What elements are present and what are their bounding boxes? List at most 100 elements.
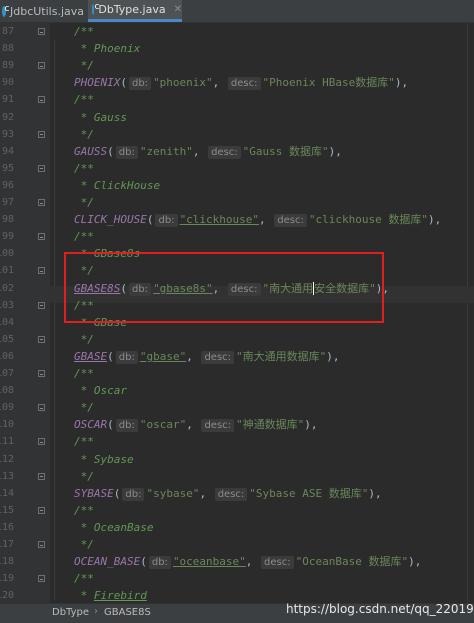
param-hint: db: [148,556,171,570]
fold-icon[interactable] [38,541,45,548]
fold-icon[interactable] [38,472,45,480]
line-number: 110 [0,419,14,431]
comment: */ [74,196,94,209]
param-hint: desc: [201,350,235,364]
line-number: 98 [1,214,14,226]
fold-icon[interactable] [38,130,45,138]
param-hint: desc: [261,556,294,570]
comment: */ [74,401,94,415]
comment: * Gauss [74,110,127,124]
param-hint: db: [155,214,178,228]
java-class-icon [92,2,101,15]
fold-icon[interactable] [38,370,45,377]
fold-icon[interactable] [38,301,45,309]
line-number: 96 [1,179,14,191]
line-number: 102 [0,282,14,294]
breadcrumb-item-dbtype[interactable]: DbType [52,607,89,618]
fold-icon[interactable] [38,404,45,412]
comment: * Phoenix [74,42,141,56]
line-number: 93 [1,128,14,140]
breadcrumb-item-gbase8s[interactable]: GBASE8S [104,607,151,618]
line-number: 88 [1,43,14,55]
line-number: 97 [1,197,14,208]
fold-icon[interactable] [38,96,45,104]
line-number: 90 [1,77,14,89]
line-number: 89 [1,60,14,72]
comment: * Oscar [74,384,127,398]
comment: /** [74,230,94,244]
param-hint: desc: [274,214,307,228]
comment: /** [74,367,94,380]
enum-entry: GBASE(db: "gbase", desc: "南大通用数据库"), [74,349,340,364]
line-number: 106 [0,350,14,362]
enum-entry: SYBASE(db: "sybase", desc: "Sybase ASE 数据库… [74,486,382,501]
editor-tab-bar: JdbcUtils.java DbType.java ✕ [0,0,474,23]
line-number: 116 [0,521,14,533]
param-hint: desc: [227,77,261,91]
param-hint: desc: [208,145,241,159]
close-icon[interactable]: ✕ [174,4,182,15]
fold-icon[interactable] [38,267,45,275]
enum-entry: CLICK_HOUSE(db: "clickhouse", desc: "click… [74,213,442,228]
param-hint: db: [115,419,138,433]
enum-entry: PHOENIX(db: "phoenix", desc: "Phoenix HBas… [74,76,409,91]
fold-icon[interactable] [38,575,45,583]
comment: */ [74,469,94,483]
line-number: 91 [1,94,14,106]
line-number: 113 [0,470,14,482]
line-number: 100 [0,248,14,260]
tab-jdbcutils[interactable]: JdbcUtils.java [0,0,84,22]
line-number: 115 [0,504,14,516]
param-hint: db: [115,350,138,364]
line-number: 108 [0,385,14,397]
fold-icon[interactable] [38,62,45,70]
comment: * ClickHouse [74,178,161,192]
line-number: 118 [0,556,14,568]
param-hint: db: [122,487,145,501]
line-number: 95 [1,162,14,174]
param-hint: desc: [214,487,248,501]
enum-entry: OCEAN_BASE(db: "oceanbase", desc: "OceanBa… [74,555,422,570]
line-number: 92 [1,111,14,123]
java-class-icon [2,4,9,17]
tab-label: JdbcUtils.java [9,4,84,18]
enum-entry: GAUSS(db: "zenith", desc: "Gauss 数据库"), [74,144,342,159]
comment: /** [74,93,94,107]
fold-icon[interactable] [38,199,45,206]
comment: */ [74,332,94,346]
comment: /** [74,161,94,175]
comment: */ [74,127,94,141]
tab-label: DbType.java [98,3,166,16]
enum-entry: OSCAR(db: "oscar", desc: "神通数据库"), [74,418,318,433]
comment: * OceanBase [74,520,154,534]
fold-icon[interactable] [38,28,45,35]
line-number: 101 [0,265,14,277]
tab-dbtype[interactable]: DbType.java ✕ [88,0,182,22]
line-number: 119 [0,573,14,585]
fold-icon[interactable] [38,164,45,172]
param-hint: db: [115,145,138,159]
line-number: 120 [0,590,14,602]
param-hint: db: [128,77,152,91]
line-number: 112 [0,453,14,465]
comment: * Sybase [74,452,134,466]
chevron-right-icon: › [94,606,98,617]
comment: /** [74,25,94,38]
fold-icon[interactable] [38,335,45,343]
line-number: 114 [0,487,14,499]
fold-icon[interactable] [38,506,45,514]
line-number: 109 [0,402,14,414]
line-number: 99 [1,231,14,243]
comment: /** [74,503,94,517]
fold-icon[interactable] [38,438,45,446]
comment: /** [74,572,94,586]
comment-link: Firebird [93,589,147,603]
comment: /** [74,435,94,449]
comment: */ [74,59,94,73]
line-number: 105 [0,333,14,345]
highlight-box [64,252,384,323]
line-number: 103 [0,299,14,311]
fold-icon[interactable] [38,233,45,241]
code-editor[interactable]: /** * Phoenix */ PHOENIX(db: "phoenix", d… [0,23,474,603]
line-number: 87 [1,26,14,37]
